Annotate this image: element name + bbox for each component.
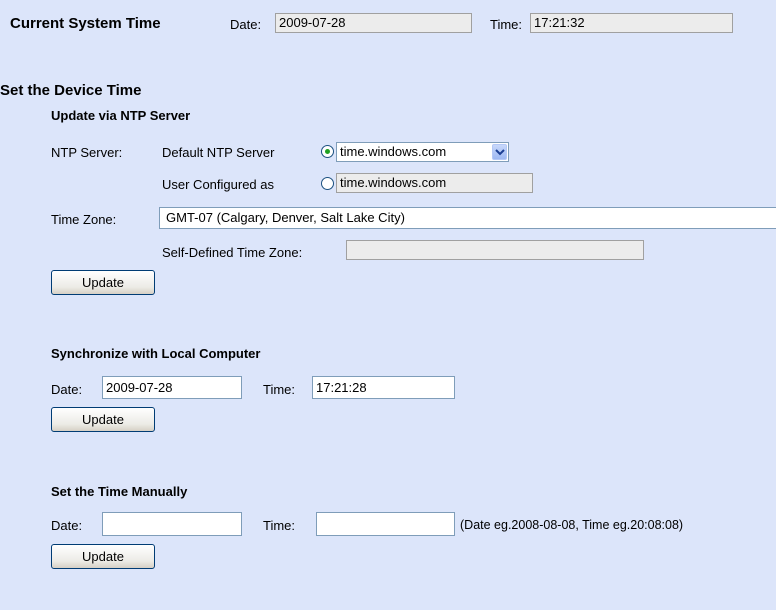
ntp-update-button[interactable]: Update [51,270,155,295]
manual-heading: Set the Time Manually [51,484,188,499]
device-time-heading: Set the Device Time [0,82,142,99]
sync-date-label: Date: [51,382,83,397]
self-tz-label: Self-Defined Time Zone: [162,245,303,260]
sync-time-field[interactable]: 17:21:28 [312,376,455,399]
current-time-heading: Current System Time [10,15,161,32]
timezone-label: Time Zone: [51,212,117,227]
sync-date-field[interactable]: 2009-07-28 [102,376,242,399]
current-time-label: Time: [490,17,523,32]
self-tz-field[interactable] [346,240,644,260]
manual-time-label: Time: [263,518,296,533]
current-time-field: 17:21:32 [530,13,733,33]
current-date-field: 2009-07-28 [275,13,472,33]
sync-update-button[interactable]: Update [51,407,155,432]
default-ntp-value: time.windows.com [340,144,447,159]
manual-date-field[interactable] [102,512,242,536]
timezone-select[interactable]: GMT-07 (Calgary, Denver, Salt Lake City) [159,207,776,229]
manual-date-label: Date: [51,518,83,533]
default-ntp-radio[interactable] [321,145,334,158]
default-ntp-select[interactable]: time.windows.com [336,142,509,162]
user-configured-radio[interactable] [321,177,334,190]
manual-time-field[interactable] [316,512,455,536]
timezone-value: GMT-07 (Calgary, Denver, Salt Lake City) [166,210,405,225]
manual-format-hint: (Date eg.2008-08-08, Time eg.20:08:08) [460,518,684,532]
user-configured-field[interactable]: time.windows.com [336,173,533,193]
sync-time-label: Time: [263,382,296,397]
current-date-label: Date: [230,17,262,32]
user-configured-label: User Configured as [162,177,274,192]
default-ntp-label: Default NTP Server [162,145,275,160]
chevron-down-icon[interactable] [492,144,507,160]
ntp-heading: Update via NTP Server [51,108,191,123]
manual-update-button[interactable]: Update [51,544,155,569]
ntp-server-label: NTP Server: [51,145,123,160]
sync-heading: Synchronize with Local Computer [51,346,261,361]
